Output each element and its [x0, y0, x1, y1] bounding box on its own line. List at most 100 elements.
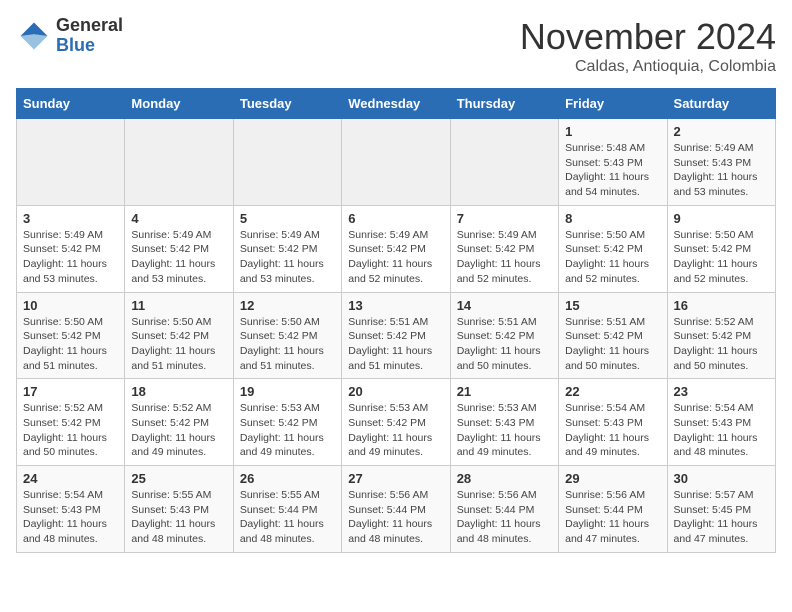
calendar-cell: 27 Sunrise: 5:56 AM Sunset: 5:44 PM Dayli… [342, 466, 450, 553]
calendar-week-1: 1 Sunrise: 5:48 AM Sunset: 5:43 PM Daylig… [17, 119, 776, 206]
calendar-cell: 10 Sunrise: 5:50 AM Sunset: 5:42 PM Dayli… [17, 292, 125, 379]
day-info: Sunrise: 5:56 AM Sunset: 5:44 PM Dayligh… [565, 488, 660, 547]
day-number: 5 [240, 211, 335, 226]
calendar-cell: 6 Sunrise: 5:49 AM Sunset: 5:42 PM Daylig… [342, 205, 450, 292]
day-info: Sunrise: 5:50 AM Sunset: 5:42 PM Dayligh… [565, 228, 660, 287]
day-number: 20 [348, 384, 443, 399]
calendar-cell [17, 119, 125, 206]
weekday-header-friday: Friday [559, 89, 667, 119]
day-info: Sunrise: 5:49 AM Sunset: 5:43 PM Dayligh… [674, 141, 769, 200]
calendar-cell [233, 119, 341, 206]
calendar-cell: 15 Sunrise: 5:51 AM Sunset: 5:42 PM Dayli… [559, 292, 667, 379]
day-number: 23 [674, 384, 769, 399]
day-number: 28 [457, 471, 552, 486]
calendar-week-4: 17Sunrise: 5:52 AM Sunset: 5:42 PM Dayli… [17, 379, 776, 466]
day-number: 24 [23, 471, 118, 486]
day-info: Sunrise: 5:55 AM Sunset: 5:43 PM Dayligh… [131, 488, 226, 547]
day-info: Sunrise: 5:50 AM Sunset: 5:42 PM Dayligh… [23, 315, 118, 374]
day-info: Sunrise: 5:50 AM Sunset: 5:42 PM Dayligh… [674, 228, 769, 287]
calendar-cell: 13 Sunrise: 5:51 AM Sunset: 5:42 PM Dayli… [342, 292, 450, 379]
weekday-header-thursday: Thursday [450, 89, 558, 119]
day-info: Sunrise: 5:55 AM Sunset: 5:44 PM Dayligh… [240, 488, 335, 547]
day-number: 15 [565, 298, 660, 313]
day-info: Sunrise: 5:53 AM Sunset: 5:43 PM Dayligh… [457, 401, 552, 460]
day-number: 10 [23, 298, 118, 313]
calendar-cell: 30 Sunrise: 5:57 AM Sunset: 5:45 PM Dayli… [667, 466, 775, 553]
calendar-cell: 16Sunrise: 5:52 AM Sunset: 5:42 PM Dayli… [667, 292, 775, 379]
day-number: 26 [240, 471, 335, 486]
day-info: Sunrise: 5:50 AM Sunset: 5:42 PM Dayligh… [131, 315, 226, 374]
calendar-cell: 29 Sunrise: 5:56 AM Sunset: 5:44 PM Dayli… [559, 466, 667, 553]
calendar-cell: 7 Sunrise: 5:49 AM Sunset: 5:42 PM Daylig… [450, 205, 558, 292]
day-info: Sunrise: 5:53 AM Sunset: 5:42 PM Dayligh… [240, 401, 335, 460]
day-number: 19 [240, 384, 335, 399]
day-info: Sunrise: 5:49 AM Sunset: 5:42 PM Dayligh… [348, 228, 443, 287]
calendar-cell: 1 Sunrise: 5:48 AM Sunset: 5:43 PM Daylig… [559, 119, 667, 206]
day-number: 22 [565, 384, 660, 399]
day-info: Sunrise: 5:49 AM Sunset: 5:42 PM Dayligh… [131, 228, 226, 287]
day-info: Sunrise: 5:52 AM Sunset: 5:42 PM Dayligh… [131, 401, 226, 460]
day-info: Sunrise: 5:57 AM Sunset: 5:45 PM Dayligh… [674, 488, 769, 547]
day-number: 9 [674, 211, 769, 226]
calendar-cell: 22 Sunrise: 5:54 AM Sunset: 5:43 PM Dayli… [559, 379, 667, 466]
calendar-cell: 17Sunrise: 5:52 AM Sunset: 5:42 PM Dayli… [17, 379, 125, 466]
day-info: Sunrise: 5:48 AM Sunset: 5:43 PM Dayligh… [565, 141, 660, 200]
day-info: Sunrise: 5:54 AM Sunset: 5:43 PM Dayligh… [565, 401, 660, 460]
calendar-cell [125, 119, 233, 206]
day-info: Sunrise: 5:49 AM Sunset: 5:42 PM Dayligh… [240, 228, 335, 287]
day-info: Sunrise: 5:51 AM Sunset: 5:42 PM Dayligh… [565, 315, 660, 374]
day-info: Sunrise: 5:49 AM Sunset: 5:42 PM Dayligh… [457, 228, 552, 287]
calendar-cell: 11 Sunrise: 5:50 AM Sunset: 5:42 PM Dayli… [125, 292, 233, 379]
day-number: 4 [131, 211, 226, 226]
logo-text: General Blue [56, 16, 123, 56]
day-info: Sunrise: 5:53 AM Sunset: 5:42 PM Dayligh… [348, 401, 443, 460]
month-year-title: November 2024 [520, 16, 776, 58]
day-number: 13 [348, 298, 443, 313]
day-number: 2 [674, 124, 769, 139]
day-number: 8 [565, 211, 660, 226]
calendar-cell: 14 Sunrise: 5:51 AM Sunset: 5:42 PM Dayli… [450, 292, 558, 379]
weekday-header-tuesday: Tuesday [233, 89, 341, 119]
day-number: 1 [565, 124, 660, 139]
calendar-cell: 28 Sunrise: 5:56 AM Sunset: 5:44 PM Dayli… [450, 466, 558, 553]
day-info: Sunrise: 5:56 AM Sunset: 5:44 PM Dayligh… [348, 488, 443, 547]
calendar-cell: 2 Sunrise: 5:49 AM Sunset: 5:43 PM Daylig… [667, 119, 775, 206]
calendar-week-5: 24 Sunrise: 5:54 AM Sunset: 5:43 PM Dayli… [17, 466, 776, 553]
calendar-table: SundayMondayTuesdayWednesdayThursdayFrid… [16, 88, 776, 553]
calendar-cell [450, 119, 558, 206]
day-info: Sunrise: 5:54 AM Sunset: 5:43 PM Dayligh… [674, 401, 769, 460]
calendar-cell: 25 Sunrise: 5:55 AM Sunset: 5:43 PM Dayli… [125, 466, 233, 553]
calendar-cell: 4 Sunrise: 5:49 AM Sunset: 5:42 PM Daylig… [125, 205, 233, 292]
day-number: 6 [348, 211, 443, 226]
day-number: 29 [565, 471, 660, 486]
day-info: Sunrise: 5:51 AM Sunset: 5:42 PM Dayligh… [457, 315, 552, 374]
day-number: 12 [240, 298, 335, 313]
day-info: Sunrise: 5:49 AM Sunset: 5:42 PM Dayligh… [23, 228, 118, 287]
day-number: 14 [457, 298, 552, 313]
calendar-cell: 12Sunrise: 5:50 AM Sunset: 5:42 PM Dayli… [233, 292, 341, 379]
day-info: Sunrise: 5:54 AM Sunset: 5:43 PM Dayligh… [23, 488, 118, 547]
calendar-cell: 23 Sunrise: 5:54 AM Sunset: 5:43 PM Dayli… [667, 379, 775, 466]
weekday-header-saturday: Saturday [667, 89, 775, 119]
day-number: 11 [131, 298, 226, 313]
day-info: Sunrise: 5:52 AM Sunset: 5:42 PM Dayligh… [23, 401, 118, 460]
page-header: General Blue November 2024 Caldas, Antio… [16, 16, 776, 76]
day-info: Sunrise: 5:51 AM Sunset: 5:42 PM Dayligh… [348, 315, 443, 374]
day-info: Sunrise: 5:52 AM Sunset: 5:42 PM Dayligh… [674, 315, 769, 374]
calendar-cell: 18Sunrise: 5:52 AM Sunset: 5:42 PM Dayli… [125, 379, 233, 466]
calendar-cell: 20 Sunrise: 5:53 AM Sunset: 5:42 PM Dayli… [342, 379, 450, 466]
day-info: Sunrise: 5:56 AM Sunset: 5:44 PM Dayligh… [457, 488, 552, 547]
calendar-cell: 3 Sunrise: 5:49 AM Sunset: 5:42 PM Daylig… [17, 205, 125, 292]
weekday-row: SundayMondayTuesdayWednesdayThursdayFrid… [17, 89, 776, 119]
calendar-cell: 21Sunrise: 5:53 AM Sunset: 5:43 PM Dayli… [450, 379, 558, 466]
calendar-week-3: 10 Sunrise: 5:50 AM Sunset: 5:42 PM Dayli… [17, 292, 776, 379]
calendar-cell: 5 Sunrise: 5:49 AM Sunset: 5:42 PM Daylig… [233, 205, 341, 292]
weekday-header-wednesday: Wednesday [342, 89, 450, 119]
weekday-header-monday: Monday [125, 89, 233, 119]
logo: General Blue [16, 16, 123, 56]
day-number: 30 [674, 471, 769, 486]
day-number: 7 [457, 211, 552, 226]
day-number: 27 [348, 471, 443, 486]
day-number: 25 [131, 471, 226, 486]
day-number: 3 [23, 211, 118, 226]
